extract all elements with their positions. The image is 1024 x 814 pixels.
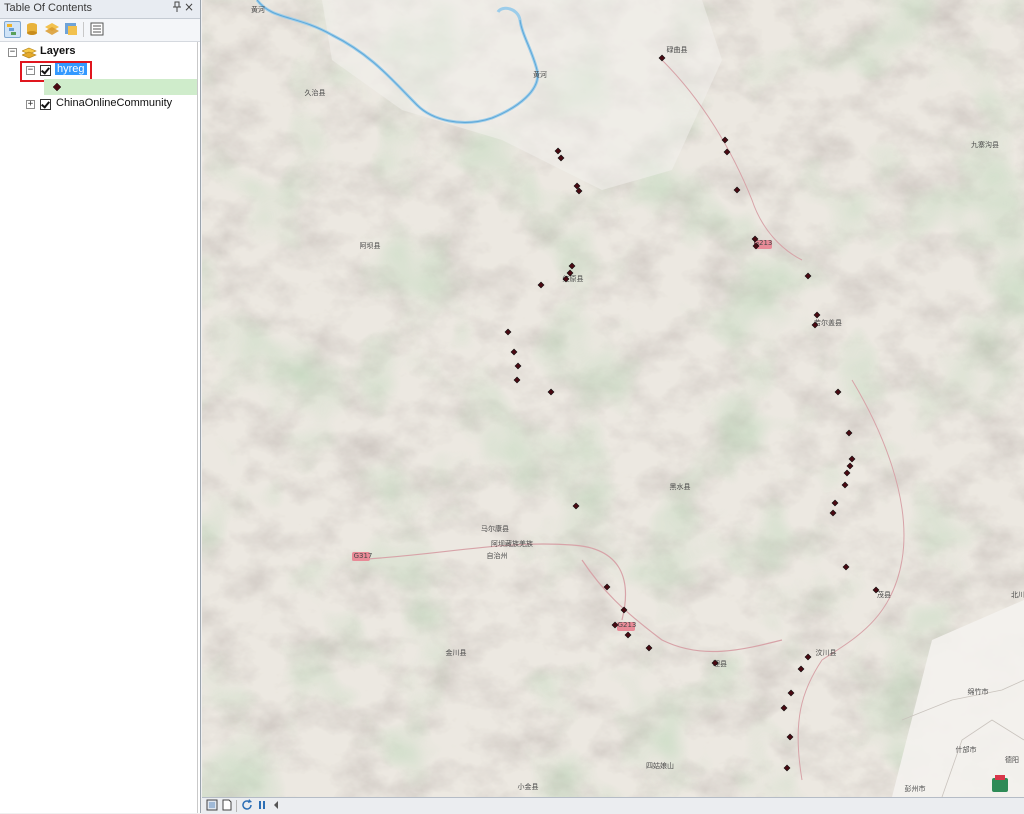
layout-view-icon[interactable] <box>221 799 233 814</box>
layer-tree: − Layers − hyreg + ChinaOnlineCommunity <box>0 42 198 813</box>
map-label: 九寨沟县 <box>971 140 999 149</box>
list-by-selection-icon[interactable] <box>63 21 79 37</box>
toc-toolbar <box>0 19 200 42</box>
map-label: 北川 <box>1011 591 1024 599</box>
map-label: 彭州市 <box>905 784 926 793</box>
map-label: 黄河 <box>251 5 265 14</box>
toolbar-separator <box>83 22 84 37</box>
refresh-icon[interactable] <box>241 799 253 814</box>
scroll-left-icon[interactable] <box>271 799 281 814</box>
map-label: 什邡市 <box>956 745 977 754</box>
toc-title: Table Of Contents <box>4 2 93 14</box>
map-status-bar <box>202 797 1024 814</box>
layers-root-label: Layers <box>40 45 76 57</box>
layer-name-chinaonlinecommunity[interactable]: ChinaOnlineCommunity <box>56 97 172 109</box>
map-label: 金川县 <box>446 648 467 657</box>
map-label: 自治州 <box>487 551 508 560</box>
list-by-visibility-icon[interactable] <box>44 21 60 37</box>
map-label: 久治县 <box>305 88 326 97</box>
list-by-drawing-order-icon[interactable] <box>4 21 21 38</box>
map-label: 阿坝藏族羌族 <box>491 539 533 548</box>
map-label: G317 <box>354 552 373 560</box>
chinaonline-visibility-checkbox[interactable] <box>40 99 51 110</box>
close-icon[interactable]: × <box>184 0 194 14</box>
pin-icon[interactable] <box>172 1 182 16</box>
data-view-icon[interactable] <box>206 799 218 814</box>
list-by-source-icon[interactable] <box>24 21 40 37</box>
map-label: 四姑娘山 <box>646 761 674 770</box>
map-label: 德阳 <box>1005 755 1019 764</box>
expand-chinaonline-button[interactable]: + <box>26 100 35 109</box>
map-label: 黄河 <box>533 70 547 79</box>
map-label: 汶川县 <box>816 648 837 657</box>
map-label: 马尔康县 <box>481 524 509 533</box>
collapse-layers-button[interactable]: − <box>8 48 17 57</box>
statusbar-separator <box>236 800 237 812</box>
map-label: 阿坝县 <box>360 241 381 250</box>
map-label: 绵竹市 <box>968 687 989 696</box>
hyreg-legend-row <box>44 79 197 95</box>
map-label: 小金县 <box>518 782 539 791</box>
pause-icon[interactable] <box>256 799 268 814</box>
options-icon[interactable] <box>89 21 105 37</box>
map-label: 黑水县 <box>670 482 691 491</box>
toc-title-bar: Table Of Contents × <box>0 0 200 19</box>
map-label: G213 <box>618 621 637 629</box>
map-label: 若尔盖县 <box>814 318 842 327</box>
map-label: 茂县 <box>877 590 891 599</box>
point-symbol-icon <box>53 83 61 91</box>
map-label: 碌曲县 <box>667 45 688 54</box>
basemap: 黄河黄河碌曲县久治县九寨沟县阿坝县红原县若尔盖县黑水县马尔康县阿坝藏族羌族自治州… <box>202 0 1024 797</box>
map-view[interactable]: 黄河 黄河 碌曲县 久治县 九寨沟县 阿坝县 红原县 若尔盖县 黑水县 马尔康县 阿坝藏族羌族 自治州… <box>202 0 1024 797</box>
table-of-contents-panel: Table Of Contents × − Layers − hyreg + C… <box>0 0 201 813</box>
